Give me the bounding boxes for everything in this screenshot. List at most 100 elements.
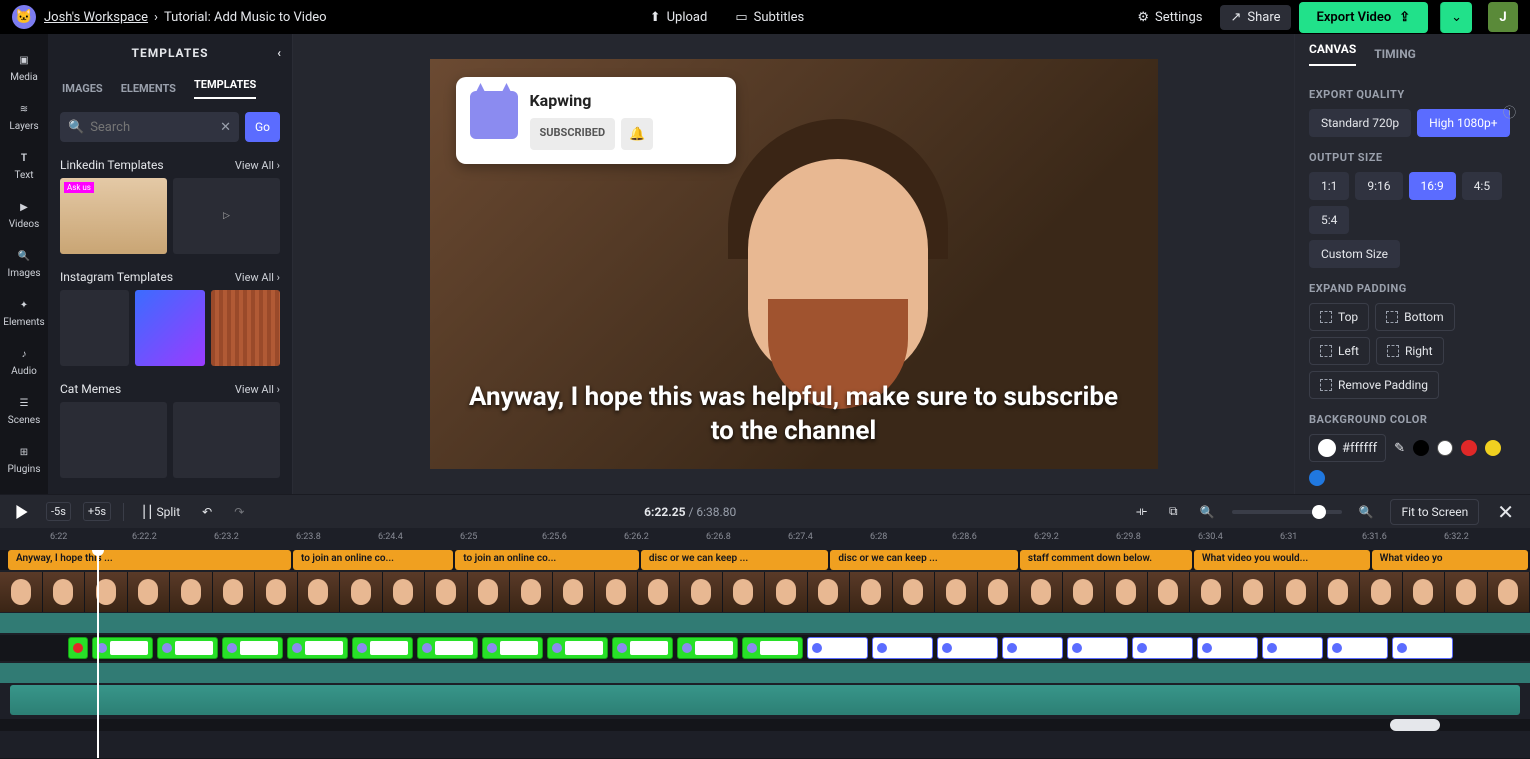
video-clip-thumb[interactable] xyxy=(383,572,426,612)
overlay-clip[interactable] xyxy=(742,637,803,659)
video-clip-thumb[interactable] xyxy=(893,572,936,612)
settings-button[interactable]: ⚙ Settings xyxy=(1127,5,1212,30)
video-clip-thumb[interactable] xyxy=(978,572,1021,612)
waveform-track-1[interactable] xyxy=(0,613,1530,633)
overlay-clip[interactable] xyxy=(287,637,348,659)
video-clip-thumb[interactable] xyxy=(213,572,256,612)
overlay-clip[interactable] xyxy=(547,637,608,659)
quality-standard[interactable]: Standard 720p xyxy=(1309,109,1411,137)
skip-back-5s[interactable]: -5s xyxy=(46,502,71,521)
video-clip-thumb[interactable] xyxy=(1063,572,1106,612)
template-thumb[interactable]: ▷ xyxy=(173,178,280,254)
pad-bottom[interactable]: Bottom xyxy=(1375,303,1454,331)
video-clip-thumb[interactable] xyxy=(425,572,468,612)
overlay-clip[interactable] xyxy=(1067,637,1128,659)
redo-button[interactable]: ↷ xyxy=(229,502,249,522)
upload-button[interactable]: ⬆ Upload xyxy=(640,5,718,30)
collapse-panel-icon[interactable]: ‹ xyxy=(277,46,282,60)
video-clip-thumb[interactable] xyxy=(0,572,43,612)
caption-clip[interactable]: disc or we can keep ... xyxy=(830,550,1018,570)
video-clip-thumb[interactable] xyxy=(468,572,511,612)
close-timeline-icon[interactable]: ✕ xyxy=(1491,500,1520,524)
video-clip-thumb[interactable] xyxy=(595,572,638,612)
video-clip-thumb[interactable] xyxy=(170,572,213,612)
video-clip-thumb[interactable] xyxy=(850,572,893,612)
overlay-clip[interactable] xyxy=(1262,637,1323,659)
zoom-slider[interactable] xyxy=(1232,510,1342,514)
clear-search-icon[interactable]: ✕ xyxy=(220,120,231,135)
ratio-9-16[interactable]: 9:16 xyxy=(1355,172,1402,200)
ratio-16-9[interactable]: 16:9 xyxy=(1409,172,1456,200)
pad-top[interactable]: Top xyxy=(1309,303,1369,331)
fit-to-screen[interactable]: Fit to Screen xyxy=(1390,499,1479,525)
info-icon[interactable]: ⓘ xyxy=(1503,102,1516,121)
color-input[interactable]: #ffffff xyxy=(1309,434,1386,462)
rail-text[interactable]: TText xyxy=(0,140,48,189)
rail-layers[interactable]: ≋Layers xyxy=(0,91,48,140)
template-thumb[interactable] xyxy=(173,402,280,478)
video-clip-thumb[interactable] xyxy=(935,572,978,612)
template-thumb[interactable] xyxy=(135,290,204,366)
magnet-icon[interactable]: ⧉ xyxy=(1164,501,1183,522)
video-clip-thumb[interactable] xyxy=(298,572,341,612)
rail-audio[interactable]: ♪Audio xyxy=(0,336,48,385)
overlay-clip[interactable] xyxy=(1197,637,1258,659)
caption-clip[interactable]: to join an online co... xyxy=(455,550,639,570)
video-clip-thumb[interactable] xyxy=(765,572,808,612)
rail-media[interactable]: ▣Media xyxy=(0,42,48,91)
template-thumb[interactable] xyxy=(60,290,129,366)
video-preview[interactable]: Kapwing SUBSCRIBED 🔔 Anyway, I hope this… xyxy=(430,59,1158,469)
video-clip-thumb[interactable] xyxy=(1020,572,1063,612)
overlay-clip[interactable] xyxy=(1002,637,1063,659)
ratio-1-1[interactable]: 1:1 xyxy=(1309,172,1349,200)
ratio-4-5[interactable]: 4:5 xyxy=(1462,172,1502,200)
go-button[interactable]: Go xyxy=(245,112,280,142)
video-clip-thumb[interactable] xyxy=(510,572,553,612)
timeline-ruler[interactable]: 6:226:22.26:23.26:23.86:24.46:256:25.66:… xyxy=(0,528,1530,550)
caption-clip[interactable]: staff comment down below. xyxy=(1020,550,1192,570)
overlay-clip[interactable] xyxy=(482,637,543,659)
tab-elements[interactable]: ELEMENTS xyxy=(121,82,176,95)
tab-canvas[interactable]: CANVAS xyxy=(1309,42,1356,66)
video-clip-thumb[interactable] xyxy=(723,572,766,612)
play-button[interactable] xyxy=(10,502,34,522)
video-clip-thumb[interactable] xyxy=(1148,572,1191,612)
swatch-red[interactable] xyxy=(1461,440,1477,456)
swatch-black[interactable] xyxy=(1413,440,1429,456)
overlay-clip[interactable] xyxy=(1132,637,1193,659)
video-clip-thumb[interactable] xyxy=(553,572,596,612)
workspace-avatar[interactable]: 🐱 xyxy=(12,5,36,29)
video-clip-thumb[interactable] xyxy=(128,572,171,612)
tab-timing[interactable]: TIMING xyxy=(1374,47,1416,61)
undo-button[interactable]: ↶ xyxy=(197,502,217,522)
video-clip-thumb[interactable] xyxy=(1318,572,1361,612)
template-thumb[interactable] xyxy=(211,290,280,366)
caption-clip[interactable]: What video you would... xyxy=(1194,550,1370,570)
user-avatar[interactable]: J xyxy=(1488,2,1518,32)
overlay-clip[interactable] xyxy=(417,637,478,659)
tab-images[interactable]: IMAGES xyxy=(62,82,103,95)
view-all-instagram[interactable]: View All › xyxy=(235,271,280,284)
export-button[interactable]: Export Video ⇪ xyxy=(1299,2,1429,33)
caption-clip[interactable]: to join an online co... xyxy=(293,550,453,570)
pad-right[interactable]: Right xyxy=(1376,337,1444,365)
video-clip-thumb[interactable] xyxy=(638,572,681,612)
video-clip-thumb[interactable] xyxy=(1190,572,1233,612)
skip-fwd-5s[interactable]: +5s xyxy=(83,502,111,521)
video-clip-thumb[interactable] xyxy=(85,572,128,612)
overlay-clip[interactable] xyxy=(807,637,868,659)
video-clip-thumb[interactable] xyxy=(1445,572,1488,612)
waveform-track-2[interactable] xyxy=(0,663,1530,683)
overlay-clip[interactable] xyxy=(68,637,88,659)
video-clip-thumb[interactable] xyxy=(1403,572,1446,612)
timeline-scrollbar[interactable] xyxy=(0,719,1530,731)
playhead[interactable] xyxy=(97,550,99,758)
view-all-catmemes[interactable]: View All › xyxy=(235,383,280,396)
caption-clip[interactable]: Anyway, I hope this ... xyxy=(8,550,291,570)
swatch-white[interactable] xyxy=(1437,440,1453,456)
snap-icon[interactable]: ⟛ xyxy=(1131,501,1152,522)
tab-templates[interactable]: TEMPLATES xyxy=(194,78,256,99)
caption-clip[interactable]: disc or we can keep ... xyxy=(641,550,829,570)
overlay-clip[interactable] xyxy=(612,637,673,659)
swatch-blue[interactable] xyxy=(1309,470,1325,486)
